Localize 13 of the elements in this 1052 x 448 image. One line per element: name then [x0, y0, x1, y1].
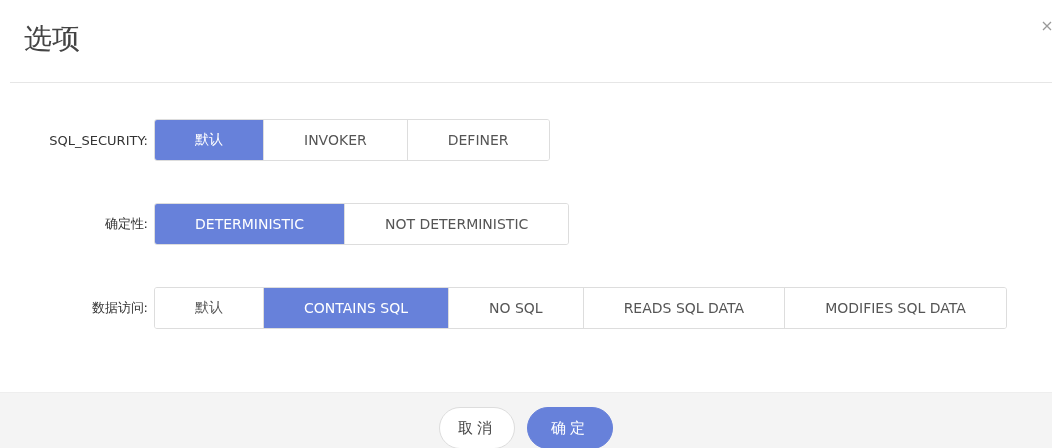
segment-option[interactable]: MODIFIES SQL DATA	[784, 288, 1006, 328]
cancel-button[interactable]: 取消	[439, 407, 515, 448]
close-icon[interactable]	[1042, 21, 1052, 31]
dialog-title: 选项	[24, 21, 80, 57]
segment-option[interactable]: DEFINER	[406, 120, 549, 160]
option-label: SQL_SECURITY:	[48, 132, 148, 148]
option-label: 数据访问:	[90, 299, 148, 317]
segment-option[interactable]: CONTAINS SQL	[263, 288, 448, 328]
option-label: 确定性:	[103, 215, 148, 233]
confirm-button[interactable]: 确定	[527, 407, 613, 448]
segment-option[interactable]: NOT DETERMINISTIC	[343, 204, 569, 244]
segment-option[interactable]: 默认	[155, 120, 263, 160]
segment-option[interactable]: DETERMINISTIC	[155, 204, 344, 244]
